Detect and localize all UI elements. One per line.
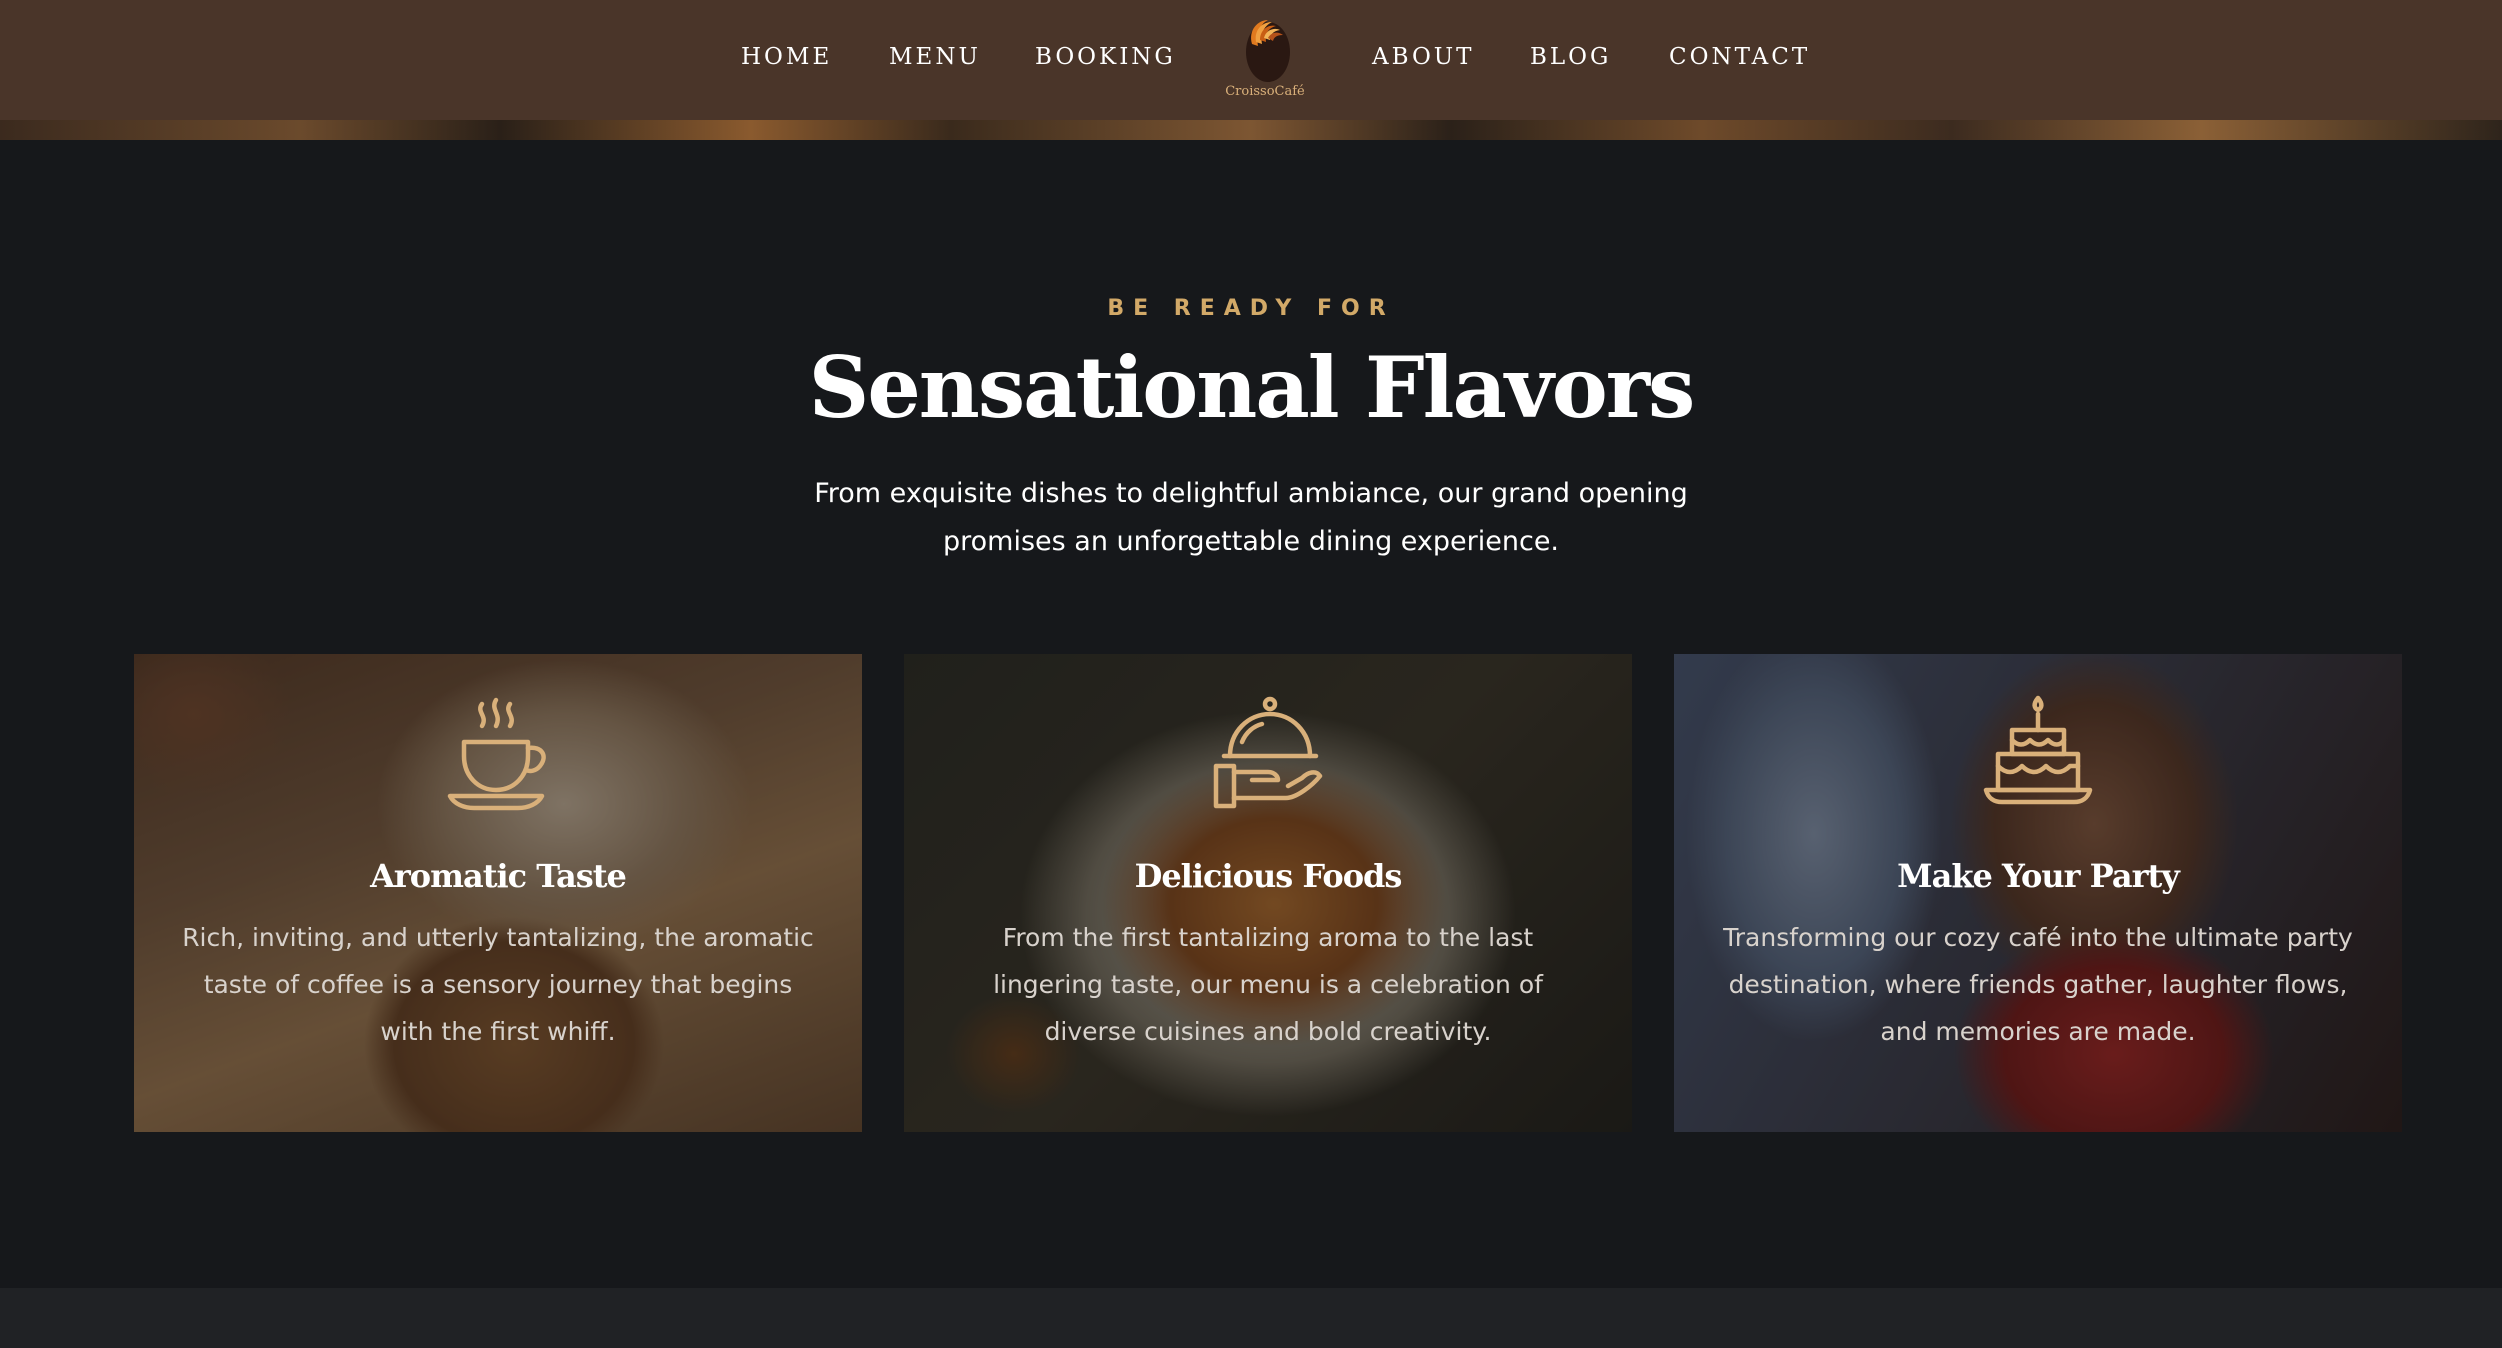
serving-cloche-icon xyxy=(1213,696,1323,809)
section-subtitle: From exquisite dishes to delightful ambi… xyxy=(814,478,1688,557)
card-title: Make Your Party xyxy=(1897,857,2180,895)
hero-image-strip xyxy=(0,120,2502,140)
coffee-cup-icon xyxy=(447,697,546,811)
card-description: Rich, inviting, and utterly tantalizing,… xyxy=(182,923,814,1046)
site-header: HOME MENU BOOKING CroissoCafé ABOUT BLOG… xyxy=(0,0,2502,120)
nav-link-contact[interactable]: CONTACT xyxy=(1669,44,1810,70)
site-logo[interactable]: CroissoCafé xyxy=(1222,14,1308,106)
card-title: Delicious Foods xyxy=(1134,857,1403,895)
section-title: Sensational Flavors xyxy=(808,338,1696,437)
birthday-cake-icon xyxy=(1983,695,2093,805)
nav-link-booking[interactable]: BOOKING xyxy=(1035,44,1176,70)
feature-card-aromatic-taste: Aromatic Taste Rich, inviting, and utter… xyxy=(134,654,862,1132)
nav-link-home[interactable]: HOME xyxy=(741,44,832,70)
card-title: Aromatic Taste xyxy=(370,857,627,895)
nav-link-menu[interactable]: MENU xyxy=(889,44,981,70)
logo-wordmark: CroissoCafé xyxy=(1225,84,1305,99)
feature-card-delicious-foods: Delicious Foods From the first tantalizi… xyxy=(904,654,1632,1132)
croissant-logo-icon xyxy=(1246,20,1290,82)
feature-card-make-your-party: Make Your Party Transforming our cozy ca… xyxy=(1674,654,2402,1132)
footer-band xyxy=(0,1288,2502,1348)
nav-link-about[interactable]: ABOUT xyxy=(1372,44,1475,70)
nav-link-blog[interactable]: BLOG xyxy=(1530,44,1611,70)
card-description: Transforming our cozy café into the ulti… xyxy=(1723,923,2353,1046)
card-description: From the first tantalizing aroma to the … xyxy=(993,923,1543,1046)
section-eyebrow: BE READY FOR xyxy=(1107,296,1395,321)
